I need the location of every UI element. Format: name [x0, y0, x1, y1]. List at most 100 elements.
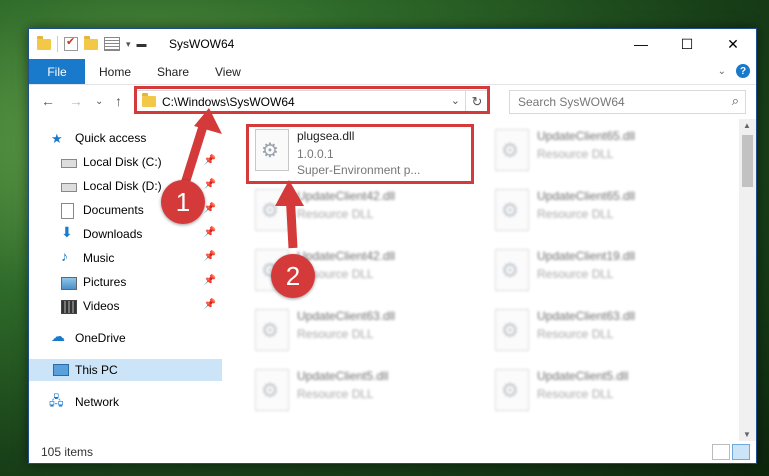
- vertical-scrollbar[interactable]: ▲ ▼: [739, 119, 756, 441]
- file-tile[interactable]: UpdateClient65.dll Resource DLL: [489, 125, 719, 179]
- file-name: UpdateClient63.dll: [537, 309, 636, 323]
- sidebar-item-label: Network: [75, 395, 120, 409]
- maximize-button[interactable]: ☐: [664, 29, 710, 59]
- file-type: Resource DLL: [537, 327, 614, 341]
- navigation-pane: ★ Quick access Local Disk (C:) 📌 Local D…: [29, 119, 222, 441]
- customize-toolbar-icon[interactable]: ▬: [137, 39, 147, 50]
- star-icon: ★: [51, 131, 63, 146]
- file-tile[interactable]: UpdateClient5.dll Resource DLL: [249, 365, 479, 419]
- dll-file-icon: [255, 189, 289, 231]
- search-placeholder: Search SysWOW64: [518, 95, 625, 109]
- pin-icon[interactable]: 📌: [204, 275, 216, 286]
- sidebar-item-label: Documents: [83, 203, 144, 217]
- file-type: Resource DLL: [537, 147, 614, 161]
- title-bar: ▾ ▬ SysWOW64 — ☐ ✕: [29, 29, 756, 59]
- pictures-icon: [61, 277, 77, 290]
- sidebar-item-label: Downloads: [83, 227, 143, 241]
- file-type: Resource DLL: [297, 207, 374, 221]
- ribbon-tabs: File Home Share View ⌄ ?: [29, 59, 756, 85]
- dll-file-icon: [255, 309, 289, 351]
- sidebar-item-downloads[interactable]: ⬇ Downloads 📌: [29, 223, 222, 245]
- dll-file-icon: [495, 129, 529, 171]
- file-name: UpdateClient63.dll: [297, 309, 396, 323]
- sidebar-item-this-pc[interactable]: This PC: [29, 359, 222, 381]
- pin-icon[interactable]: 📌: [204, 251, 216, 262]
- scrollbar-thumb[interactable]: [742, 135, 753, 187]
- tab-file[interactable]: File: [29, 59, 85, 84]
- sidebar-item-label: Music: [83, 251, 115, 265]
- dll-file-icon: [495, 309, 529, 351]
- sidebar-item-label: Videos: [83, 299, 120, 313]
- tab-share[interactable]: Share: [157, 65, 189, 79]
- recent-locations-icon[interactable]: ⌄: [95, 96, 103, 107]
- pin-icon[interactable]: 📌: [204, 155, 216, 166]
- sidebar-item-label: Pictures: [83, 275, 127, 289]
- file-tile[interactable]: UpdateClient63.dll Resource DLL: [249, 305, 479, 359]
- folder-icon[interactable]: [37, 35, 51, 50]
- file-name: UpdateClient42.dll: [297, 189, 396, 203]
- file-tile[interactable]: UpdateClient63.dll Resource DLL: [489, 305, 719, 359]
- forward-icon[interactable]: →: [69, 93, 83, 109]
- tab-view[interactable]: View: [215, 65, 241, 79]
- back-icon[interactable]: ←: [41, 93, 55, 109]
- file-highlight: [246, 124, 474, 184]
- sidebar-item-quick-access[interactable]: ★ Quick access: [29, 127, 222, 149]
- pin-icon[interactable]: 📌: [204, 203, 216, 214]
- sidebar-item-network[interactable]: 🖧 Network: [29, 391, 222, 413]
- properties-check-icon[interactable]: [64, 35, 78, 51]
- file-tile[interactable]: UpdateClient42.dll Resource DLL: [249, 185, 479, 239]
- download-icon: ⬇: [61, 224, 73, 240]
- file-tile[interactable]: UpdateClient65.dll Resource DLL: [489, 185, 719, 239]
- search-input[interactable]: Search SysWOW64 ⌕: [509, 90, 746, 114]
- details-view-icon[interactable]: [712, 444, 730, 460]
- dll-file-icon: [495, 369, 529, 411]
- expand-ribbon-icon[interactable]: ⌄: [718, 66, 726, 77]
- dll-file-icon: [495, 249, 529, 291]
- computer-icon: [53, 364, 69, 376]
- music-icon: ♪: [61, 248, 68, 264]
- sidebar-item-onedrive[interactable]: ☁ OneDrive: [29, 327, 222, 349]
- sidebar-item-local-disk-c[interactable]: Local Disk (C:) 📌: [29, 151, 222, 173]
- help-icon[interactable]: ?: [736, 64, 750, 78]
- sidebar-item-label: OneDrive: [75, 331, 126, 345]
- videos-icon: [61, 300, 77, 314]
- file-type: Resource DLL: [297, 327, 374, 341]
- scroll-down-icon[interactable]: ▼: [743, 430, 751, 439]
- window-controls: — ☐ ✕: [618, 29, 756, 59]
- address-bar-highlight: [134, 86, 490, 114]
- sidebar-item-label: Quick access: [75, 131, 147, 145]
- file-type: Resource DLL: [537, 207, 614, 221]
- quick-access-toolbar: ▾ ▬: [37, 35, 147, 52]
- tab-home[interactable]: Home: [99, 65, 131, 79]
- sidebar-item-label: This PC: [75, 363, 118, 377]
- file-type: Resource DLL: [297, 387, 374, 401]
- properties-icon[interactable]: [104, 37, 120, 51]
- scroll-up-icon[interactable]: ▲: [743, 121, 751, 130]
- drive-icon: [61, 159, 77, 168]
- pin-icon[interactable]: 📌: [204, 227, 216, 238]
- sidebar-item-label: Local Disk (D:): [83, 179, 162, 193]
- item-count: 105 items: [41, 445, 94, 459]
- file-name: UpdateClient19.dll: [537, 249, 636, 263]
- close-button[interactable]: ✕: [710, 29, 756, 59]
- up-icon[interactable]: ↑: [115, 93, 122, 109]
- file-name: UpdateClient65.dll: [537, 189, 636, 203]
- minimize-button[interactable]: —: [618, 29, 664, 59]
- file-name: UpdateClient5.dll: [297, 369, 389, 383]
- network-icon: 🖧: [49, 393, 64, 408]
- search-icon[interactable]: ⌕: [732, 93, 739, 109]
- dll-file-icon: [495, 189, 529, 231]
- file-tile[interactable]: UpdateClient19.dll Resource DLL: [489, 245, 719, 299]
- sidebar-item-videos[interactable]: Videos 📌: [29, 295, 222, 317]
- tiles-view-icon[interactable]: [732, 444, 750, 460]
- window-title: SysWOW64: [169, 37, 235, 51]
- file-name: UpdateClient65.dll: [537, 129, 636, 143]
- new-folder-icon[interactable]: [84, 35, 98, 50]
- file-tile[interactable]: UpdateClient5.dll Resource DLL: [489, 365, 719, 419]
- chevron-down-icon[interactable]: ▾: [126, 39, 131, 50]
- sidebar-item-pictures[interactable]: Pictures 📌: [29, 271, 222, 293]
- file-type: Resource DLL: [537, 267, 614, 281]
- pin-icon[interactable]: 📌: [204, 299, 216, 310]
- sidebar-item-music[interactable]: ♪ Music 📌: [29, 247, 222, 269]
- pin-icon[interactable]: 📌: [204, 179, 216, 190]
